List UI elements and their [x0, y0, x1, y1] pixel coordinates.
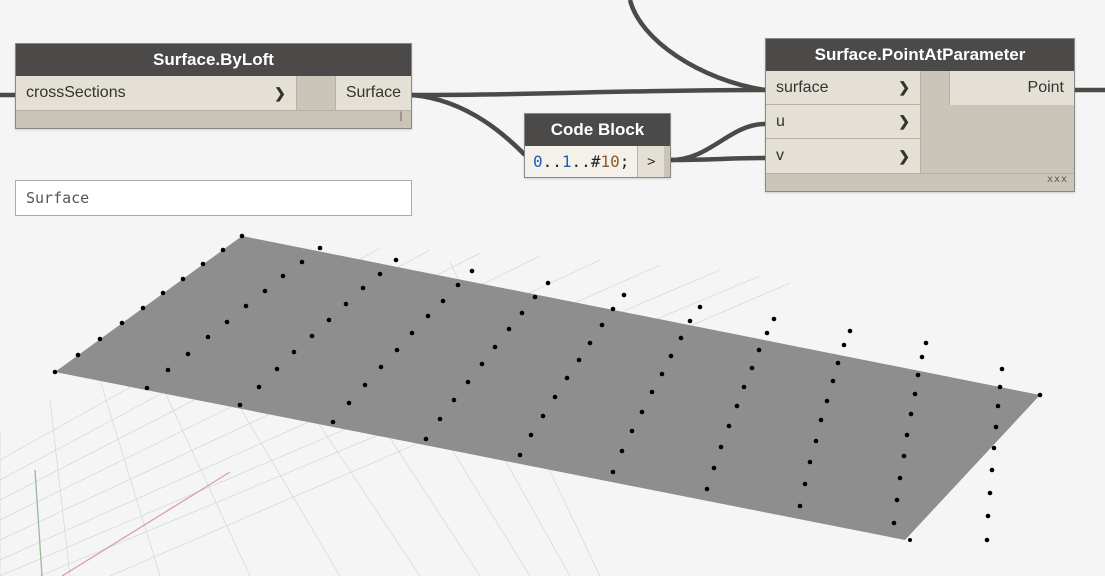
port-label: u [776, 113, 785, 131]
output-port-surface[interactable]: Surface [335, 76, 411, 110]
lacing-indicator[interactable]: | [16, 110, 411, 128]
output-port-code[interactable]: > [638, 146, 664, 177]
output-port-point[interactable]: Point [949, 71, 1074, 105]
node-surface-byloft[interactable]: Surface.ByLoft crossSections ❯ Surface | [15, 43, 412, 129]
node-preview-byloft: Surface [15, 180, 412, 216]
port-label: Surface [346, 84, 401, 102]
node-code-block[interactable]: Code Block 0..1..#10; > [524, 113, 671, 178]
input-port-v[interactable]: v ❯ [766, 139, 921, 173]
input-port-surface[interactable]: surface ❯ [766, 71, 921, 105]
chevron-right-icon[interactable]: ❯ [274, 85, 286, 102]
code-input[interactable]: 0..1..#10; [525, 146, 638, 177]
lacing-indicator[interactable]: xxx [766, 173, 1074, 191]
node-header[interactable]: Code Block [525, 114, 670, 146]
input-port-u[interactable]: u ❯ [766, 105, 921, 139]
chevron-right-icon[interactable]: ❯ [898, 113, 910, 130]
chevron-right-icon: > [647, 154, 655, 170]
port-label: v [776, 147, 784, 165]
node-header[interactable]: Surface.PointAtParameter [766, 39, 1074, 71]
port-label: Point [1028, 79, 1064, 97]
port-label: surface [776, 79, 828, 97]
port-label: crossSections [26, 84, 126, 102]
chevron-right-icon[interactable]: ❯ [898, 148, 910, 165]
preview-text: Surface [26, 189, 89, 207]
node-surface-pointatparameter[interactable]: Surface.PointAtParameter surface ❯ u ❯ v… [765, 38, 1075, 192]
node-header[interactable]: Surface.ByLoft [16, 44, 411, 76]
input-port-crosssections[interactable]: crossSections ❯ [16, 76, 297, 110]
chevron-right-icon[interactable]: ❯ [898, 79, 910, 96]
